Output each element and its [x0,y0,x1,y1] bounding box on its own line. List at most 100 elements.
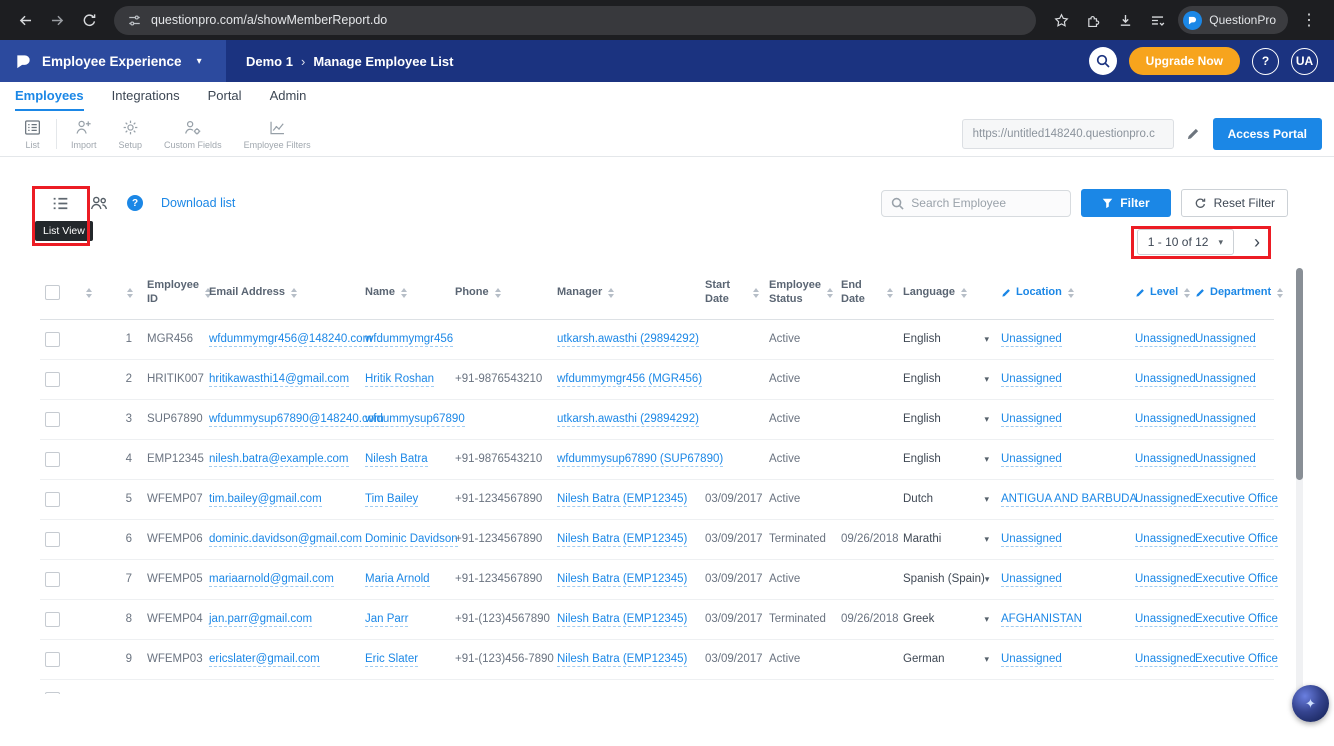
list-view-icon[interactable] [50,193,71,214]
manager-link[interactable]: wfdummymgr456 (MGR456) [557,373,702,387]
email-link[interactable]: dominic.davidson@gmail.com [209,533,362,547]
location-link[interactable]: Unassigned [1001,373,1062,387]
browser-profile-chip[interactable]: QuestionPro [1178,6,1288,34]
row-checkbox[interactable] [45,412,60,427]
manager-link[interactable]: Nilesh Batra (EMP12345) [557,533,687,547]
sort-icon[interactable] [127,288,133,298]
sort-icon[interactable] [961,288,967,298]
feedback-orb[interactable]: ✦ [1292,685,1329,722]
edit-column-icon[interactable] [1001,287,1012,298]
level-link[interactable]: Unassigned [1135,533,1196,547]
column-header-employee-status[interactable]: Employee Status [764,267,836,319]
toolbar-item-import[interactable]: Import [60,118,108,150]
department-link[interactable]: Executive Office [1195,653,1278,667]
row-checkbox[interactable] [45,612,60,627]
avatar[interactable]: UA [1291,48,1318,75]
extensions-icon[interactable] [1078,5,1108,35]
level-link[interactable]: Unassigned [1135,653,1196,667]
sort-icon[interactable] [753,288,759,298]
sort-icon[interactable] [1068,288,1074,298]
department-link[interactable]: Executive Office [1195,493,1278,507]
department-link[interactable]: Unassigned [1195,413,1256,427]
language-dropdown-icon[interactable]: ▾ [984,534,989,545]
level-link[interactable]: Unassigned [1135,613,1196,627]
edit-column-icon[interactable] [1195,287,1206,298]
email-link[interactable]: wfdummymgr456@148240.com [209,333,372,347]
sort-icon[interactable] [887,288,893,298]
name-link[interactable]: Hritik Roshan [365,373,434,387]
sort-icon[interactable] [401,288,407,298]
upgrade-button[interactable]: Upgrade Now [1129,47,1240,75]
name-link[interactable]: wfdummysup67890 [365,413,465,427]
row-checkbox[interactable] [45,372,60,387]
site-settings-icon[interactable] [127,13,142,28]
department-link[interactable]: Executive Office [1195,573,1278,587]
column-header-level[interactable]: Level [1130,267,1190,319]
column-header-start-date[interactable]: Start Date [700,267,764,319]
breadcrumb-parent[interactable]: Demo 1 [246,54,293,69]
reset-filter-button[interactable]: Reset Filter [1181,189,1288,217]
name-link[interactable]: Eric Slater [365,653,418,667]
manager-link[interactable]: utkarsh.awasthi (29894292) [557,333,699,347]
language-dropdown-icon[interactable]: ▾ [984,494,989,505]
level-link[interactable]: Unassigned [1135,453,1196,467]
department-link[interactable]: Unassigned [1195,373,1256,387]
email-link[interactable]: wfdummysup67890@148240.com [209,413,384,427]
scrollbar-thumb[interactable] [1296,268,1303,480]
sort-icon[interactable] [1184,288,1190,298]
row-checkbox[interactable] [45,652,60,667]
column-header-location[interactable]: Location [996,267,1130,319]
column-header-manager[interactable]: Manager [552,267,700,319]
row-checkbox[interactable] [45,572,60,587]
name-link[interactable]: Nilesh Batra [365,453,428,467]
name-link[interactable]: Maria Arnold [365,573,430,587]
download-list-link[interactable]: Download list [161,196,235,210]
portal-url-field[interactable] [962,119,1174,149]
email-link[interactable]: jan.parr@gmail.com [209,613,312,627]
select-all-checkbox[interactable] [45,285,60,300]
access-portal-button[interactable]: Access Portal [1213,118,1322,150]
row-checkbox[interactable] [45,452,60,467]
manager-link[interactable]: Nilesh Batra (EMP12345) [557,653,687,667]
language-dropdown-icon[interactable]: ▾ [984,614,989,625]
language-dropdown-icon[interactable]: ▾ [984,334,989,345]
sort-icon[interactable] [86,288,92,298]
location-link[interactable]: ANTIGUA AND BARBUDA [1001,493,1137,507]
column-header-employee-id[interactable]: Employee ID [142,267,204,319]
help-circle-icon[interactable]: ? [127,195,143,211]
column-header-name[interactable]: Name [360,267,450,319]
employee-groups-icon[interactable] [89,193,109,213]
tab-employees[interactable]: Employees [15,82,84,111]
row-checkbox[interactable] [45,332,60,347]
language-dropdown-icon[interactable]: ▾ [984,414,989,425]
language-dropdown-icon[interactable]: ▾ [984,454,989,465]
reading-list-icon[interactable] [1142,5,1172,35]
department-link[interactable]: Unassigned [1195,333,1256,347]
toolbar-item-list[interactable]: List [12,118,53,150]
search-employee-input[interactable] [911,196,1061,210]
bookmark-star-icon[interactable] [1046,5,1076,35]
name-link[interactable]: Jan Parr [365,613,408,627]
column-header-phone[interactable]: Phone [450,267,552,319]
level-link[interactable]: Unassigned [1135,573,1196,587]
tab-portal[interactable]: Portal [208,82,242,111]
sort-icon[interactable] [291,288,297,298]
next-page-button[interactable]: › [1250,233,1264,251]
product-switcher[interactable]: Employee Experience ▾ [0,40,226,82]
toolbar-item-setup[interactable]: Setup [108,118,154,150]
level-link[interactable]: Unassigned [1135,373,1196,387]
location-link[interactable]: Unassigned [1001,653,1062,667]
email-link[interactable]: tim.bailey@gmail.com [209,493,322,507]
name-link[interactable]: Dominic Davidson [365,533,458,547]
vertical-scrollbar[interactable] [1296,268,1303,694]
row-checkbox[interactable] [45,692,60,695]
language-dropdown-icon[interactable]: ▾ [984,654,989,665]
name-link[interactable]: wfdummymgr456 [365,333,453,347]
pagination-dropdown[interactable]: 1 - 10 of 12 ▾ [1137,229,1234,255]
email-link[interactable]: hritikawasthi14@gmail.com [209,373,349,387]
sort-icon[interactable] [1277,288,1283,298]
reload-icon[interactable] [74,5,104,35]
department-link[interactable]: Unassigned [1195,453,1256,467]
column-header-sort1[interactable] [74,267,102,319]
location-link[interactable]: Unassigned [1001,333,1062,347]
